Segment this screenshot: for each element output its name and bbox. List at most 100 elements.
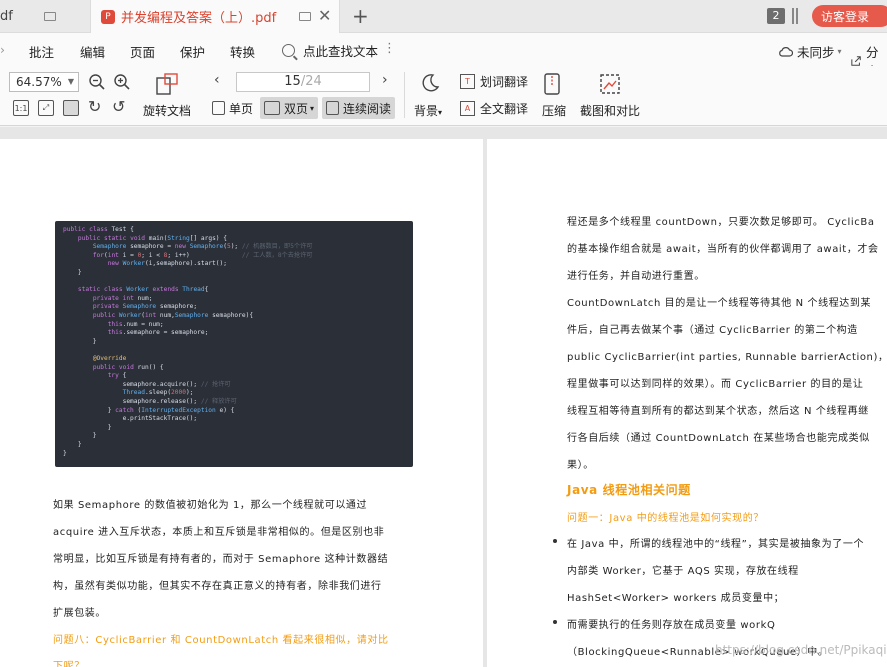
rotate-left-icon[interactable]: ↺	[112, 97, 125, 116]
translate-document-icon: A	[460, 101, 475, 116]
fit-page-icon[interactable]: ⤢	[38, 100, 54, 116]
text-line: 程还是多个线程里 countDown，只要次数足够即可。 CyclicBa	[567, 217, 875, 228]
code-line: }	[63, 423, 112, 431]
background-label: 背景	[414, 104, 439, 118]
code-line: private Semaphore semaphore;	[92, 303, 198, 311]
code-line: public void run() {	[92, 363, 164, 371]
background-button[interactable]: 背景▾	[414, 102, 442, 119]
menu-protect[interactable]: 保护	[180, 42, 205, 61]
compress-label[interactable]: 压缩	[542, 102, 566, 119]
menu-annotate[interactable]: 批注	[29, 42, 54, 61]
menu-convert[interactable]: 转换	[230, 42, 255, 61]
close-tab-icon[interactable]: ✕	[318, 6, 331, 25]
code-line: Thread.sleep(2000);	[122, 389, 194, 397]
compress-icon[interactable]	[543, 72, 561, 96]
double-page-button[interactable]: 双页 ▾	[260, 97, 319, 119]
rotate-right-icon[interactable]: ↻	[88, 97, 101, 116]
code-line: @Override	[92, 355, 127, 362]
zoom-value: 64.57%	[16, 75, 62, 89]
translate-icon: T	[460, 74, 475, 89]
chevron-down-icon: ▾	[438, 108, 443, 117]
single-page-button[interactable]: 单页	[208, 97, 257, 119]
text-line: 内部类 Worker，它基于 AQS 实现，存放在线程	[567, 566, 799, 577]
text-line: HashSet<Worker> workers 成员变量中；	[567, 593, 785, 604]
find-text-label: 点此查找文本	[303, 44, 379, 59]
code-line: static class Worker extends Thread{	[77, 286, 209, 294]
text-line: 常明显，比如互斥锁是有持有者的，而对于 Semaphore 这种计数器结	[53, 554, 389, 565]
pdf-page-left: public class Test { public static void m…	[0, 139, 483, 667]
chevron-down-icon: ▼	[67, 77, 74, 86]
tab-previous-label: df	[0, 9, 13, 24]
continuous-reading-button[interactable]: 连续阅读	[322, 97, 396, 119]
chevron-down-icon: ▾	[310, 103, 315, 113]
code-line: e.printStackTrace();	[63, 415, 198, 423]
previous-page-icon[interactable]: ‹	[214, 72, 220, 88]
zoom-select[interactable]: 64.57% ▼	[9, 72, 79, 92]
text-line: 的基本操作组合就是 await，当所有的伙伴都调用了 await，才会	[567, 244, 879, 255]
menu-bar: › 批注 编辑 页面 保护 转换 点此查找文本 ⋮ 未同步 ▾ 分享	[0, 33, 887, 79]
zoom-in-icon[interactable]	[113, 73, 131, 91]
more-options-icon[interactable]: ⋮	[383, 41, 396, 56]
code-line: }	[63, 441, 82, 448]
text-line: 程里做事可以达到同样的效果）。而 CyclicBarrier 的目的是让	[567, 379, 864, 390]
page-number-input[interactable]: 15/24	[236, 72, 370, 92]
guest-login-button[interactable]: 访客登录	[812, 5, 887, 27]
chevron-down-icon: ▾	[837, 47, 842, 56]
word-translate-button[interactable]: T 划词翻译	[460, 73, 528, 90]
full-translate-label: 全文翻译	[480, 102, 529, 116]
guest-login-label: 访客登录	[821, 9, 870, 24]
pdf-page-right: 程还是多个线程里 countDown，只要次数足够即可。 CyclicBa 的基…	[487, 139, 887, 667]
question-heading: 问题一：Java 中的线程池是如何实现的？	[567, 513, 764, 524]
text-line: 行各自后续（通过 CountDownLatch 在某些场合也能完成类似	[567, 433, 870, 444]
zoom-out-icon[interactable]	[88, 73, 106, 91]
monitor-icon[interactable]	[299, 12, 311, 21]
single-page-icon	[212, 101, 225, 115]
fit-width-icon[interactable]	[63, 100, 79, 116]
text-line: acquire 进入互斥状态，本质上和互斥锁是非常相似的。但是区别也非	[53, 527, 385, 538]
pdf-file-icon: P	[101, 9, 115, 24]
document-view[interactable]: public class Test { public static void m…	[0, 127, 887, 667]
bullet-icon	[553, 620, 557, 624]
window-count-badge[interactable]: 2	[767, 8, 785, 24]
rotate-document-label[interactable]: 旋转文档	[143, 102, 191, 119]
next-page-icon[interactable]: ›	[382, 72, 388, 88]
continuous-reading-label: 连续阅读	[343, 101, 392, 116]
code-screenshot: public class Test { public static void m…	[55, 221, 413, 467]
menu-edit[interactable]: 编辑	[80, 42, 105, 61]
menu-page[interactable]: 页面	[130, 42, 155, 61]
rotate-document-icon[interactable]	[154, 72, 180, 96]
toolbar: 64.57% ▼ 1:1 ⤢ ↻ ↺ 旋转文档 ‹ 15/24 › 单页 双页 …	[0, 66, 887, 126]
sync-label: 未同步	[797, 45, 835, 60]
sync-status[interactable]: 未同步 ▾	[778, 42, 842, 61]
full-translate-button[interactable]: A 全文翻译	[460, 100, 528, 117]
menu-scroll-arrow-icon[interactable]: ›	[0, 42, 5, 57]
text-line: public CyclicBarrier(int parties, Runnab…	[567, 352, 887, 363]
code-line: semaphore.release(); // 释放许可	[63, 398, 237, 405]
code-line: }	[63, 432, 97, 440]
screenshot-compare-icon[interactable]	[598, 72, 622, 96]
search-icon	[282, 44, 295, 57]
code-line: Semaphore semaphore = new Semaphore(5); …	[92, 243, 313, 251]
text-line: 件后，自己再去做某个事（通过 CyclicBarrier 的第二个构造	[567, 325, 858, 336]
code-line: this.semaphore = semaphore;	[107, 329, 209, 337]
text-line: 进行任务，并自动进行重置。	[567, 271, 705, 282]
single-page-label: 单页	[229, 101, 254, 116]
code-line: }	[63, 337, 97, 345]
new-tab-button[interactable]: +	[352, 4, 369, 28]
monitor-icon[interactable]	[44, 12, 56, 21]
code-line: semaphore.acquire(); // 抢许可	[63, 380, 231, 388]
continuous-reading-icon	[326, 101, 339, 115]
tab-previous-document[interactable]: df	[0, 0, 88, 33]
actual-size-icon[interactable]: 1:1	[13, 100, 29, 116]
double-page-label: 双页	[284, 101, 309, 116]
code-line: public static void main(String[] args) {	[77, 234, 227, 242]
moon-icon[interactable]	[419, 72, 441, 94]
window-layout-icon[interactable]	[792, 8, 798, 24]
question-heading: 问题八：CyclicBarrier 和 CountDownLatch 看起来很相…	[53, 635, 389, 646]
code-line: this.num = num;	[107, 320, 164, 328]
screenshot-compare-label[interactable]: 截图和对比	[580, 102, 640, 119]
text-line: CountDownLatch 目的是让一个线程等待其他 N 个线程达到某	[567, 298, 872, 309]
find-text-search[interactable]: 点此查找文本	[282, 41, 378, 60]
text-line: 如果 Semaphore 的数值被初始化为 1，那么一个线程就可以通过	[53, 500, 368, 511]
tab-active-document[interactable]: P 并发编程及答案（上）.pdf ✕	[90, 0, 340, 33]
